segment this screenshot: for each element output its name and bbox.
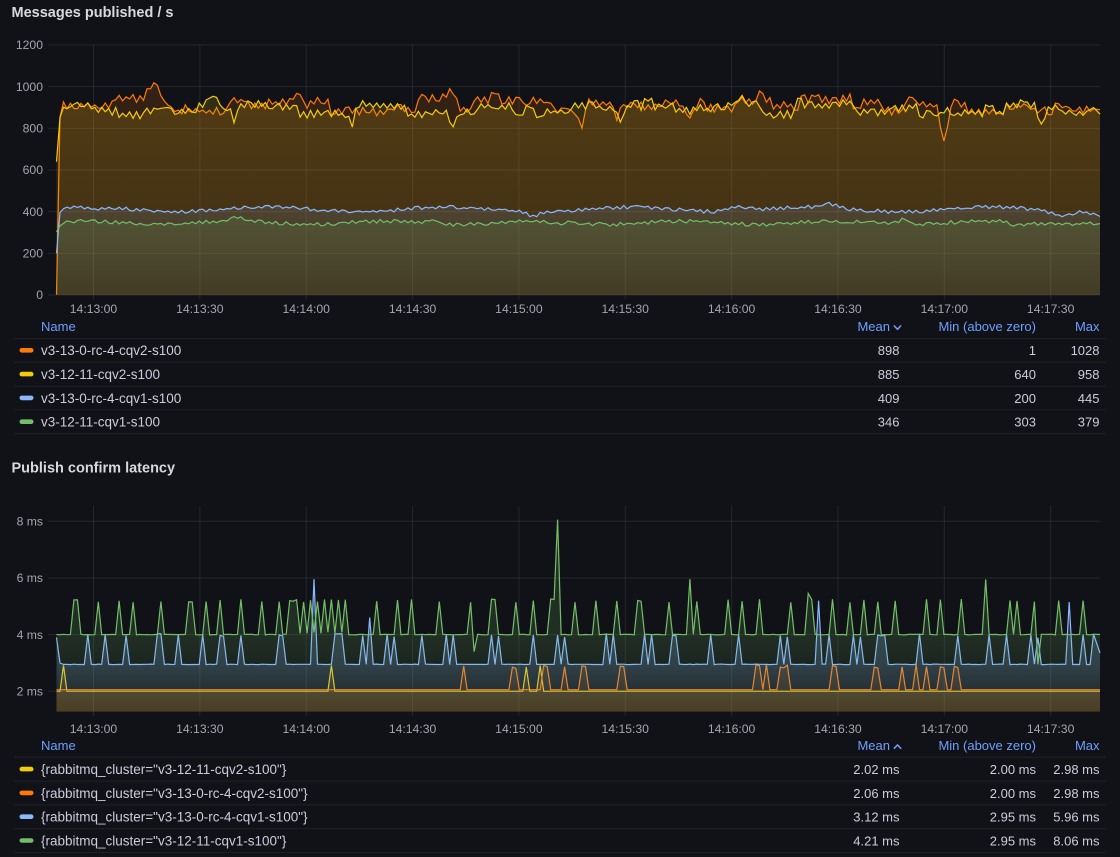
svg-text:600: 600	[23, 163, 44, 177]
svg-text:14:14:00: 14:14:00	[282, 722, 330, 736]
svg-text:{rabbitmq_cluster="v3-12-11-cq: {rabbitmq_cluster="v3-12-11-cqv1-s100"}	[41, 833, 287, 848]
svg-text:Name: Name	[41, 738, 76, 753]
svg-text:200: 200	[23, 247, 44, 261]
svg-text:14:17:30: 14:17:30	[1027, 302, 1075, 316]
svg-text:14:16:00: 14:16:00	[708, 722, 756, 736]
svg-text:14:17:00: 14:17:00	[921, 722, 969, 736]
svg-text:1000: 1000	[16, 80, 43, 94]
svg-text:14:13:00: 14:13:00	[70, 302, 118, 316]
svg-text:14:13:00: 14:13:00	[70, 722, 118, 736]
svg-text:409: 409	[878, 391, 900, 406]
svg-text:14:15:30: 14:15:30	[602, 302, 650, 316]
svg-text:346: 346	[878, 415, 900, 430]
svg-text:Messages published / s: Messages published / s	[12, 5, 174, 21]
svg-text:5.96 ms: 5.96 ms	[1053, 810, 1100, 825]
svg-text:Max: Max	[1075, 738, 1100, 753]
svg-text:800: 800	[23, 122, 44, 136]
svg-text:8 ms: 8 ms	[17, 515, 43, 529]
svg-text:Min (above zero): Min (above zero)	[938, 738, 1036, 753]
svg-text:14:17:00: 14:17:00	[921, 302, 969, 316]
svg-text:14:14:00: 14:14:00	[282, 302, 330, 316]
svg-text:2.98 ms: 2.98 ms	[1053, 786, 1100, 801]
svg-text:1028: 1028	[1071, 343, 1100, 358]
svg-text:1: 1	[1029, 343, 1036, 358]
svg-text:14:13:30: 14:13:30	[176, 722, 224, 736]
svg-text:379: 379	[1078, 415, 1100, 430]
svg-text:2.98 ms: 2.98 ms	[1053, 762, 1100, 777]
svg-text:4 ms: 4 ms	[17, 628, 43, 642]
svg-text:1200: 1200	[16, 38, 43, 52]
svg-text:2.00 ms: 2.00 ms	[990, 786, 1037, 801]
svg-text:0: 0	[36, 288, 43, 302]
svg-text:400: 400	[23, 205, 44, 219]
svg-text:Publish confirm latency: Publish confirm latency	[12, 461, 176, 477]
svg-text:Name: Name	[41, 319, 76, 334]
svg-text:303: 303	[1014, 415, 1036, 430]
svg-text:2.95 ms: 2.95 ms	[990, 833, 1037, 848]
svg-text:v3-13-0-rc-4-cqv1-s100: v3-13-0-rc-4-cqv1-s100	[41, 391, 181, 406]
svg-text:14:16:00: 14:16:00	[708, 302, 756, 316]
svg-text:200: 200	[1014, 391, 1036, 406]
svg-text:{rabbitmq_cluster="v3-13-0-rc-: {rabbitmq_cluster="v3-13-0-rc-4-cqv2-s10…	[41, 786, 308, 801]
svg-text:2.06 ms: 2.06 ms	[853, 786, 900, 801]
svg-text:4.21 ms: 4.21 ms	[853, 833, 900, 848]
svg-text:v3-12-11-cqv2-s100: v3-12-11-cqv2-s100	[41, 367, 160, 382]
svg-text:14:13:30: 14:13:30	[176, 302, 224, 316]
svg-text:14:16:30: 14:16:30	[814, 722, 862, 736]
svg-text:v3-13-0-rc-4-cqv2-s100: v3-13-0-rc-4-cqv2-s100	[41, 343, 181, 358]
svg-text:14:15:00: 14:15:00	[495, 302, 543, 316]
svg-text:640: 640	[1014, 367, 1036, 382]
svg-text:14:14:30: 14:14:30	[389, 722, 437, 736]
svg-text:2.00 ms: 2.00 ms	[990, 762, 1037, 777]
svg-text:958: 958	[1078, 367, 1100, 382]
svg-text:{rabbitmq_cluster="v3-13-0-rc-: {rabbitmq_cluster="v3-13-0-rc-4-cqv1-s10…	[41, 810, 308, 825]
svg-text:14:15:00: 14:15:00	[495, 722, 543, 736]
svg-text:14:14:30: 14:14:30	[389, 302, 437, 316]
svg-text:2.95 ms: 2.95 ms	[990, 810, 1037, 825]
svg-text:6 ms: 6 ms	[17, 571, 43, 585]
svg-text:14:17:30: 14:17:30	[1027, 722, 1075, 736]
svg-text:898: 898	[878, 343, 900, 358]
svg-text:v3-12-11-cqv1-s100: v3-12-11-cqv1-s100	[41, 415, 160, 430]
svg-text:2 ms: 2 ms	[17, 685, 43, 699]
svg-text:Mean: Mean	[857, 738, 890, 753]
svg-text:{rabbitmq_cluster="v3-12-11-cq: {rabbitmq_cluster="v3-12-11-cqv2-s100"}	[41, 762, 287, 777]
svg-text:Max: Max	[1075, 319, 1100, 334]
svg-text:3.12 ms: 3.12 ms	[853, 810, 900, 825]
svg-text:885: 885	[878, 367, 900, 382]
svg-text:445: 445	[1078, 391, 1100, 406]
svg-text:8.06 ms: 8.06 ms	[1053, 833, 1100, 848]
svg-text:2.02 ms: 2.02 ms	[853, 762, 900, 777]
svg-text:Mean: Mean	[857, 319, 890, 334]
svg-text:14:16:30: 14:16:30	[814, 302, 862, 316]
svg-text:Min (above zero): Min (above zero)	[938, 319, 1036, 334]
svg-text:14:15:30: 14:15:30	[602, 722, 650, 736]
